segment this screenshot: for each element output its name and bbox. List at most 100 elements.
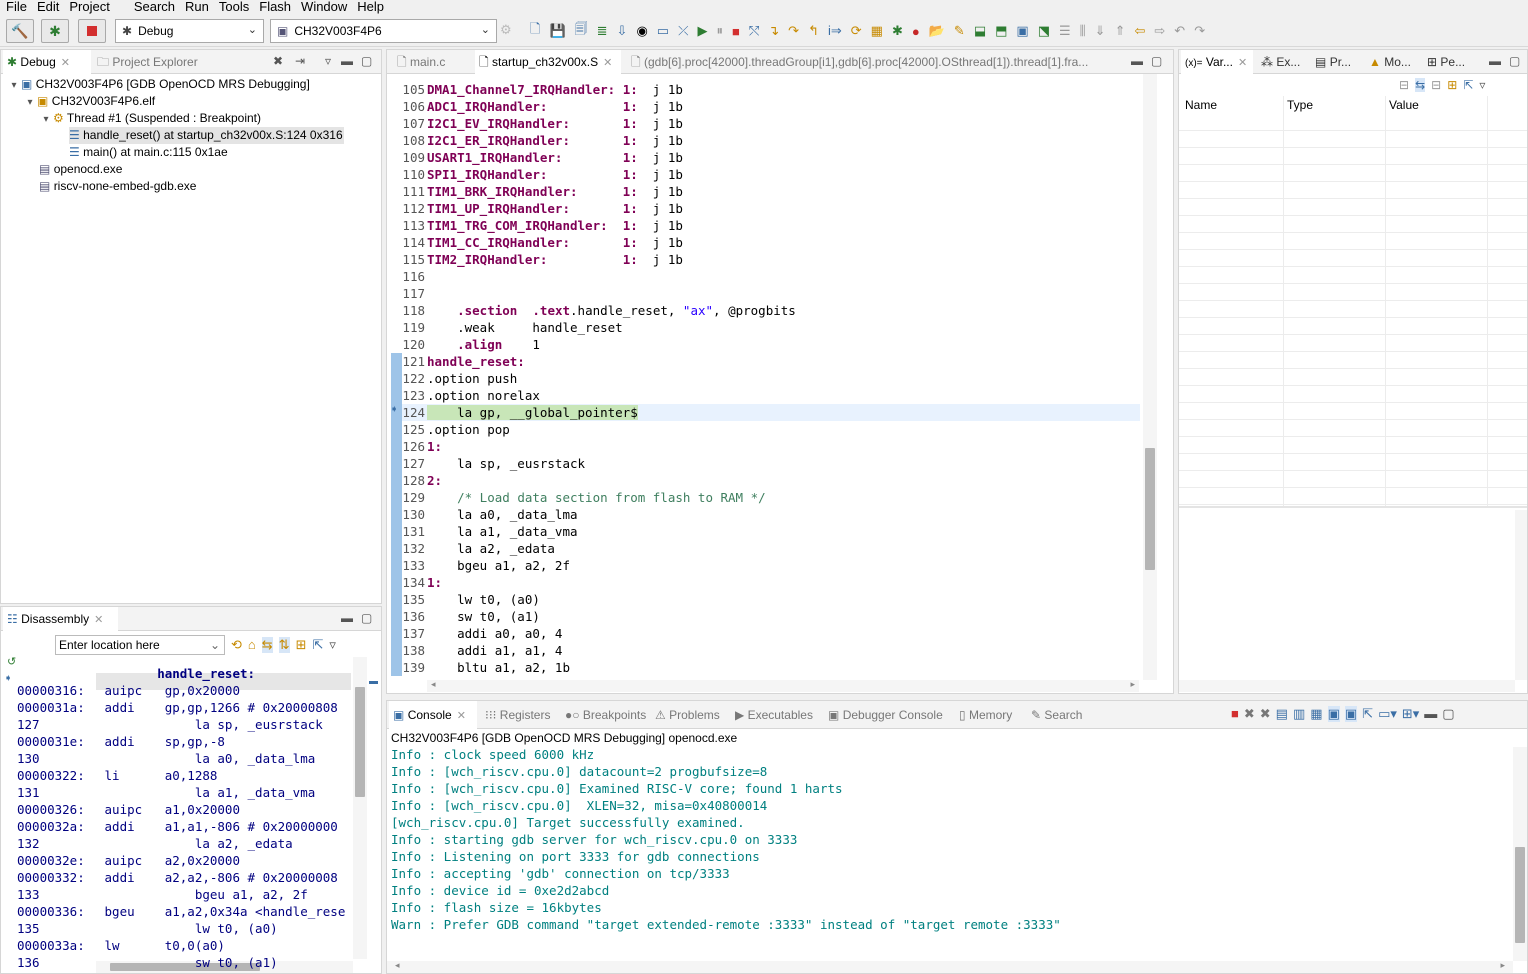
history-forward-icon[interactable]: ↷ [1194,23,1205,39]
menu-file[interactable]: File [6,0,27,15]
open-console-icon[interactable]: ⊞▾ [1402,706,1419,722]
code-line[interactable]: 110 SPI1_IRQHandler: 1: j 1b [389,166,682,183]
collapse-all-icon[interactable]: ⊟ [1431,78,1441,92]
menu-tools[interactable]: Tools [219,0,249,15]
target-combo[interactable]: ▣ CH32V003F4P6 ⌄ [270,19,497,43]
editor-vscroll-thumb[interactable] [1145,448,1155,570]
code-line[interactable]: 117 [389,285,427,302]
remove-launch-icon[interactable]: ✖ [1244,706,1255,722]
home-icon[interactable]: ⌂ [248,637,256,653]
console-icon[interactable]: ▣ [1016,23,1028,39]
code-line[interactable]: 115 TIM2_IRQHandler: 1: j 1b [389,251,682,268]
forward-icon[interactable]: ⇨ [1154,23,1165,39]
code-line[interactable]: 122 .option push [389,370,517,387]
show-on-stdout-icon[interactable]: ▣ [1327,706,1340,722]
disassembly-row[interactable]: 0000032e: auipc a2,0x20000 [1,852,240,869]
code-line[interactable]: 133 bgeu a1, a2, 2f [389,557,570,574]
tab-disassembly[interactable]: ☷ Disassembly ✕ [3,607,118,631]
disassembly-row[interactable]: 130 la a0, _data_lma [1,750,315,767]
maximize-icon[interactable]: ▢ [361,611,372,625]
details-pane[interactable] [1179,510,1515,680]
word-wrap-icon[interactable]: ▦ [1310,706,1322,722]
skip-breakpoints-icon[interactable]: ⤫ [678,23,688,39]
scroll-right-icon[interactable]: ▸ [1130,679,1135,690]
maximize-icon[interactable]: ▢ [361,54,372,68]
link-icon[interactable]: ⇆ [1415,78,1426,92]
external-tools-icon[interactable]: ● [912,24,920,39]
scroll-right-icon[interactable]: ▸ [1500,960,1505,971]
tab-registers[interactable]: ⁝⁝⁝ Registers [481,701,550,725]
maximize-icon[interactable]: ▢ [1509,54,1520,68]
code-line[interactable]: 127 la sp, _eusrstack [389,455,585,472]
download-chip-icon[interactable]: ⬓ [974,23,986,39]
tab-debugger-console[interactable]: ▣ Debugger Console [824,701,943,725]
code-line[interactable]: 108 I2C1_ER_IRQHandler: 1: j 1b [389,132,682,149]
menu-window[interactable]: Window [301,0,347,15]
download-icon[interactable]: ⇩ [617,23,628,39]
close-icon[interactable]: ✕ [61,57,70,69]
tab-expressions[interactable]: ⁂ Ex... [1257,50,1307,74]
mode-combo[interactable]: ✱ Debug ⌄ [115,19,264,43]
close-icon[interactable]: ✕ [1238,57,1247,69]
console-vscroll-thumb[interactable] [1515,847,1525,943]
tab-search[interactable]: ✎ Search [1027,701,1082,725]
pin-icon[interactable]: ⇱ [312,637,323,653]
code-area[interactable]: 105 DMA1_Channel7_IRQHandler: 1: j 1b 106 A… [389,81,1141,681]
memory-icon[interactable]: ▦ [871,23,883,39]
refresh-icon[interactable]: ⇅ [278,637,290,653]
tab-startup-s[interactable]: 🗋 startup_ch32v00x.S ✕ [475,50,621,74]
code-line[interactable]: 137 addi a0, a0, 4 [389,625,562,642]
code-line[interactable]: 113 TIM1_TRG_COM_IRQHandler: 1: j 1b [389,217,682,234]
code-line[interactable]: 130 la a0, _data_lma [389,506,577,523]
details-sash[interactable] [1179,506,1527,508]
tab-variables[interactable]: (x)= Var... ✕ [1181,50,1253,74]
disassembly-vscroll[interactable] [353,657,367,959]
open-folder-icon[interactable]: 📂 [929,23,945,39]
disassembly-row[interactable]: 132 la a2, _edata [1,835,293,852]
close-icon[interactable]: ✕ [94,614,103,626]
minimize-icon[interactable]: ▬ [341,54,353,68]
tab-modules[interactable]: ▲ Mo... [1365,50,1419,74]
menu-edit[interactable]: Edit [37,0,59,15]
column-name[interactable]: Name [1185,98,1217,112]
step-into-icon[interactable]: ↴ [768,23,779,39]
format-icon[interactable]: ⫼ [1080,23,1086,39]
code-line[interactable]: 138 addi a1, a1, 4 [389,642,562,659]
next-annotation-icon[interactable]: ⇓ [1095,23,1106,39]
tree-thread[interactable]: ▾ ⚙ Thread #1 (Suspended : Breakpoint) [39,110,261,127]
close-icon[interactable]: ✕ [457,710,466,722]
clear-console-icon[interactable]: ▤ [1276,706,1288,722]
view-menu-icon[interactable]: ▿ [329,637,336,653]
console-hscroll[interactable]: ◂ ▸ [387,960,1513,973]
tree-elf[interactable]: ▾ ▣ CH32V003F4P6.elf [23,93,155,110]
step-over-icon[interactable]: ↷ [788,23,799,39]
user-icon[interactable]: ◉ [636,23,647,39]
code-line[interactable]: 112 TIM1_UP_IRQHandler: 1: j 1b [389,200,682,217]
tab-debug[interactable]: ✱ Debug ✕ [3,50,91,74]
scroll-left-icon[interactable]: ◂ [395,960,400,971]
column-value[interactable]: Value [1389,98,1419,112]
details-vscroll[interactable] [1515,510,1527,680]
minimize-icon[interactable]: ▬ [1489,54,1501,68]
disassembly-row[interactable]: 131 la a1, _data_vma [1,784,315,801]
code-line[interactable]: 131 la a1, _data_vma [389,523,577,540]
terminate-icon[interactable]: ■ [1231,706,1239,722]
tree-frame-handle-reset[interactable]: ☰ handle_reset() at startup_ch32v00x.S:1… [69,127,344,144]
view-menu-icon[interactable]: ▿ [325,54,331,68]
step-return-icon[interactable]: ↰ [808,23,819,39]
code-line[interactable]: 116 [389,268,427,285]
disconnect-icon[interactable]: ⤲ [749,23,759,39]
tab-project-explorer[interactable]: 🗀 Project Explorer [93,50,203,74]
code-line[interactable]: 135 lw t0, (a0) [389,591,539,608]
history-back-icon[interactable]: ↶ [1174,23,1185,39]
display-console-icon[interactable]: ▭▾ [1378,706,1397,722]
back-icon[interactable]: ⇦ [1134,23,1145,39]
view-menu-icon[interactable]: ▿ [1479,78,1485,92]
code-line[interactable]: 119 .weak handle_reset [389,319,622,336]
align-icon[interactable]: ☰ [1059,23,1071,39]
suspend-icon[interactable]: ⏸ [717,23,724,39]
disassembly-row[interactable]: 135 lw t0, (a0) [1,920,278,937]
code-line[interactable]: 123 .option norelax [389,387,539,404]
code-line[interactable]: 107 I2C1_EV_IRQHandler: 1: j 1b [389,115,682,132]
tree-launch[interactable]: ▾ ▣ CH32V003F4P6 [GDB OpenOCD MRS Debuggi… [7,76,309,93]
